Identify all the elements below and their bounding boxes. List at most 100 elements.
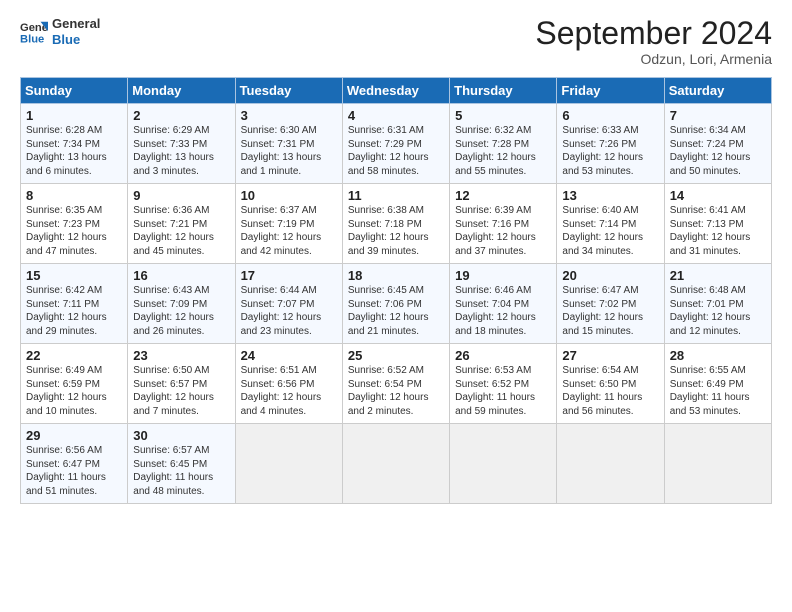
calendar-cell: 29 Sunrise: 6:56 AMSunset: 6:47 PMDaylig… (21, 424, 128, 504)
day-number: 7 (670, 108, 767, 123)
logo-text-blue: Blue (52, 32, 100, 48)
calendar-table: Sunday Monday Tuesday Wednesday Thursday… (20, 77, 772, 504)
day-info: Sunrise: 6:43 AMSunset: 7:09 PMDaylight:… (133, 285, 214, 337)
calendar-cell: 30 Sunrise: 6:57 AMSunset: 6:45 PMDaylig… (128, 424, 235, 504)
day-info: Sunrise: 6:49 AMSunset: 6:59 PMDaylight:… (26, 365, 107, 417)
header-saturday: Saturday (664, 78, 771, 104)
day-number: 16 (133, 268, 230, 283)
calendar-cell (235, 424, 342, 504)
day-number: 20 (562, 268, 659, 283)
calendar-cell (342, 424, 449, 504)
day-info: Sunrise: 6:38 AMSunset: 7:18 PMDaylight:… (348, 205, 429, 257)
day-number: 30 (133, 428, 230, 443)
day-info: Sunrise: 6:45 AMSunset: 7:06 PMDaylight:… (348, 285, 429, 337)
calendar-cell: 4 Sunrise: 6:31 AMSunset: 7:29 PMDayligh… (342, 104, 449, 184)
logo-icon: General Blue (20, 18, 48, 46)
day-number: 8 (26, 188, 123, 203)
day-number: 27 (562, 348, 659, 363)
calendar-cell: 12 Sunrise: 6:39 AMSunset: 7:16 PMDaylig… (450, 184, 557, 264)
day-info: Sunrise: 6:47 AMSunset: 7:02 PMDaylight:… (562, 285, 643, 337)
day-number: 19 (455, 268, 552, 283)
calendar-cell: 11 Sunrise: 6:38 AMSunset: 7:18 PMDaylig… (342, 184, 449, 264)
logo-text-general: General (52, 16, 100, 32)
calendar-cell: 7 Sunrise: 6:34 AMSunset: 7:24 PMDayligh… (664, 104, 771, 184)
calendar-cell: 24 Sunrise: 6:51 AMSunset: 6:56 PMDaylig… (235, 344, 342, 424)
calendar-cell: 15 Sunrise: 6:42 AMSunset: 7:11 PMDaylig… (21, 264, 128, 344)
calendar-cell: 13 Sunrise: 6:40 AMSunset: 7:14 PMDaylig… (557, 184, 664, 264)
calendar-cell (557, 424, 664, 504)
calendar-cell (450, 424, 557, 504)
day-number: 9 (133, 188, 230, 203)
calendar-cell: 9 Sunrise: 6:36 AMSunset: 7:21 PMDayligh… (128, 184, 235, 264)
day-info: Sunrise: 6:46 AMSunset: 7:04 PMDaylight:… (455, 285, 536, 337)
day-number: 6 (562, 108, 659, 123)
calendar-cell: 22 Sunrise: 6:49 AMSunset: 6:59 PMDaylig… (21, 344, 128, 424)
day-number: 13 (562, 188, 659, 203)
day-number: 10 (241, 188, 338, 203)
day-info: Sunrise: 6:36 AMSunset: 7:21 PMDaylight:… (133, 205, 214, 257)
calendar-cell: 17 Sunrise: 6:44 AMSunset: 7:07 PMDaylig… (235, 264, 342, 344)
day-info: Sunrise: 6:41 AMSunset: 7:13 PMDaylight:… (670, 205, 751, 257)
day-info: Sunrise: 6:28 AMSunset: 7:34 PMDaylight:… (26, 125, 107, 177)
day-number: 12 (455, 188, 552, 203)
day-info: Sunrise: 6:57 AMSunset: 6:45 PMDaylight:… (133, 445, 213, 497)
header: General Blue General Blue September 2024… (20, 16, 772, 67)
day-info: Sunrise: 6:55 AMSunset: 6:49 PMDaylight:… (670, 365, 750, 417)
calendar-cell: 19 Sunrise: 6:46 AMSunset: 7:04 PMDaylig… (450, 264, 557, 344)
header-sunday: Sunday (21, 78, 128, 104)
calendar-row: 8 Sunrise: 6:35 AMSunset: 7:23 PMDayligh… (21, 184, 772, 264)
logo: General Blue General Blue (20, 16, 100, 47)
day-number: 21 (670, 268, 767, 283)
calendar-header-row: Sunday Monday Tuesday Wednesday Thursday… (21, 78, 772, 104)
day-info: Sunrise: 6:44 AMSunset: 7:07 PMDaylight:… (241, 285, 322, 337)
calendar-cell: 16 Sunrise: 6:43 AMSunset: 7:09 PMDaylig… (128, 264, 235, 344)
header-tuesday: Tuesday (235, 78, 342, 104)
day-info: Sunrise: 6:50 AMSunset: 6:57 PMDaylight:… (133, 365, 214, 417)
day-number: 18 (348, 268, 445, 283)
month-title: September 2024 (535, 16, 772, 51)
day-number: 2 (133, 108, 230, 123)
day-info: Sunrise: 6:39 AMSunset: 7:16 PMDaylight:… (455, 205, 536, 257)
day-number: 4 (348, 108, 445, 123)
calendar-row: 29 Sunrise: 6:56 AMSunset: 6:47 PMDaylig… (21, 424, 772, 504)
title-block: September 2024 Odzun, Lori, Armenia (535, 16, 772, 67)
day-number: 15 (26, 268, 123, 283)
day-number: 5 (455, 108, 552, 123)
day-info: Sunrise: 6:40 AMSunset: 7:14 PMDaylight:… (562, 205, 643, 257)
day-info: Sunrise: 6:31 AMSunset: 7:29 PMDaylight:… (348, 125, 429, 177)
calendar-cell: 27 Sunrise: 6:54 AMSunset: 6:50 PMDaylig… (557, 344, 664, 424)
calendar-cell: 20 Sunrise: 6:47 AMSunset: 7:02 PMDaylig… (557, 264, 664, 344)
day-info: Sunrise: 6:32 AMSunset: 7:28 PMDaylight:… (455, 125, 536, 177)
day-number: 1 (26, 108, 123, 123)
calendar-cell (664, 424, 771, 504)
day-info: Sunrise: 6:42 AMSunset: 7:11 PMDaylight:… (26, 285, 107, 337)
day-info: Sunrise: 6:34 AMSunset: 7:24 PMDaylight:… (670, 125, 751, 177)
calendar-cell: 2 Sunrise: 6:29 AMSunset: 7:33 PMDayligh… (128, 104, 235, 184)
calendar-cell: 8 Sunrise: 6:35 AMSunset: 7:23 PMDayligh… (21, 184, 128, 264)
location-subtitle: Odzun, Lori, Armenia (535, 51, 772, 67)
calendar-cell: 5 Sunrise: 6:32 AMSunset: 7:28 PMDayligh… (450, 104, 557, 184)
calendar-cell: 18 Sunrise: 6:45 AMSunset: 7:06 PMDaylig… (342, 264, 449, 344)
day-info: Sunrise: 6:29 AMSunset: 7:33 PMDaylight:… (133, 125, 214, 177)
day-info: Sunrise: 6:54 AMSunset: 6:50 PMDaylight:… (562, 365, 642, 417)
day-info: Sunrise: 6:51 AMSunset: 6:56 PMDaylight:… (241, 365, 322, 417)
header-monday: Monday (128, 78, 235, 104)
svg-text:Blue: Blue (20, 33, 44, 45)
day-number: 24 (241, 348, 338, 363)
header-friday: Friday (557, 78, 664, 104)
calendar-cell: 1 Sunrise: 6:28 AMSunset: 7:34 PMDayligh… (21, 104, 128, 184)
day-info: Sunrise: 6:37 AMSunset: 7:19 PMDaylight:… (241, 205, 322, 257)
day-number: 17 (241, 268, 338, 283)
day-number: 3 (241, 108, 338, 123)
day-number: 11 (348, 188, 445, 203)
day-info: Sunrise: 6:33 AMSunset: 7:26 PMDaylight:… (562, 125, 643, 177)
day-info: Sunrise: 6:48 AMSunset: 7:01 PMDaylight:… (670, 285, 751, 337)
calendar-cell: 10 Sunrise: 6:37 AMSunset: 7:19 PMDaylig… (235, 184, 342, 264)
day-info: Sunrise: 6:35 AMSunset: 7:23 PMDaylight:… (26, 205, 107, 257)
day-number: 25 (348, 348, 445, 363)
day-info: Sunrise: 6:53 AMSunset: 6:52 PMDaylight:… (455, 365, 535, 417)
day-number: 29 (26, 428, 123, 443)
day-number: 28 (670, 348, 767, 363)
day-number: 23 (133, 348, 230, 363)
day-number: 22 (26, 348, 123, 363)
